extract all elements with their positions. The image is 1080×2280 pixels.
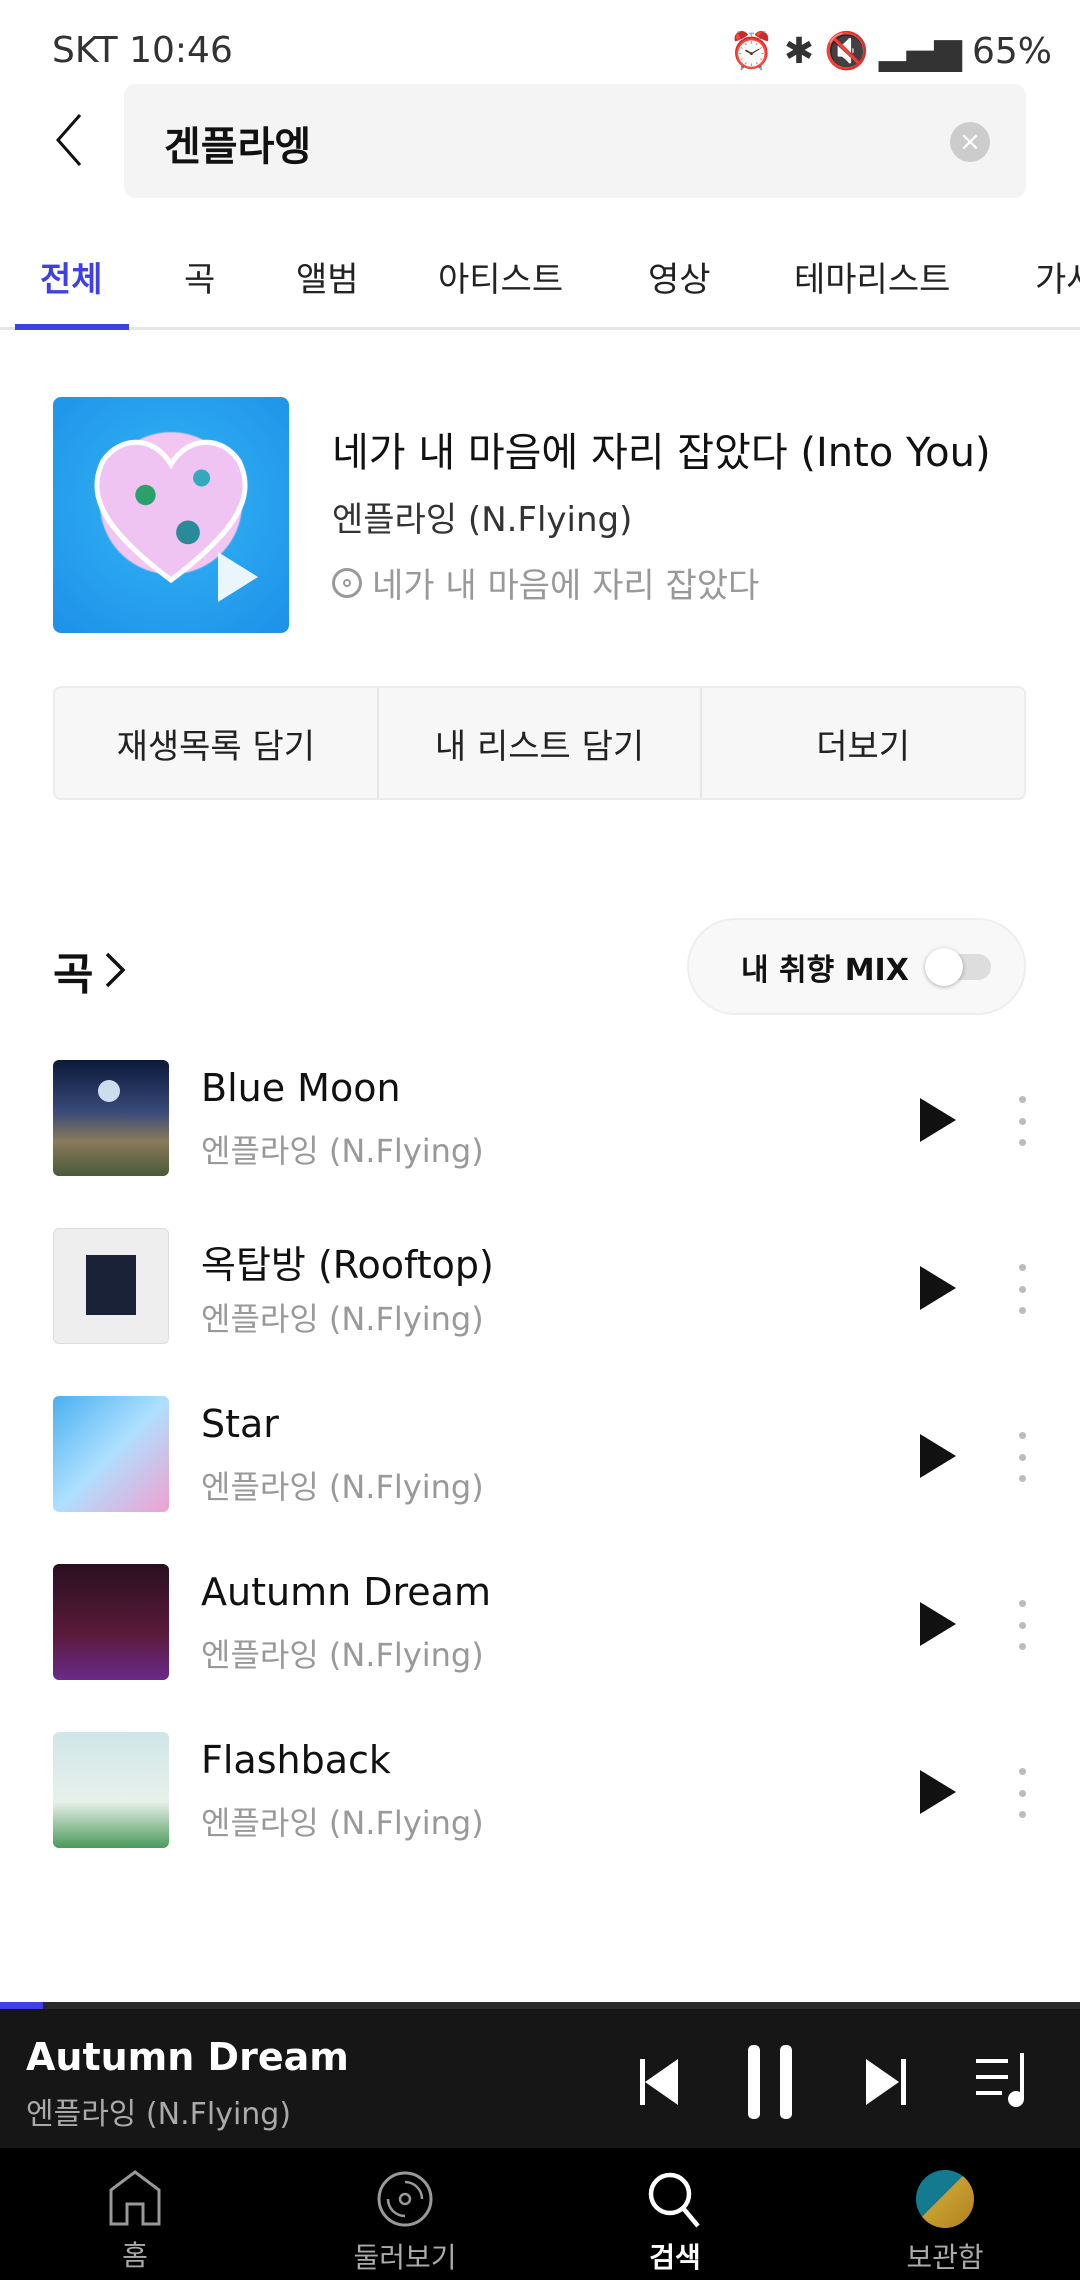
- now-playing-artist: 엔플라잉 (N.Flying): [26, 2097, 292, 2132]
- play-icon[interactable]: [920, 1770, 956, 1814]
- song-row[interactable]: Star 엔플라잉 (N.Flying): [0, 1396, 1080, 1526]
- tab-songs[interactable]: 곡: [184, 252, 215, 301]
- tab-all[interactable]: 전체: [40, 252, 103, 301]
- bottom-navigation: 홈 둘러보기 검색 보관함: [0, 2148, 1080, 2280]
- tab-bar: 전체 곡 앨범 아티스트 영상 테마리스트 가사: [0, 240, 1080, 330]
- next-track-icon[interactable]: [866, 2059, 906, 2105]
- playlist-icon[interactable]: [976, 2053, 1028, 2109]
- mini-player[interactable]: Autumn Dream 엔플라잉 (N.Flying): [0, 2009, 1080, 2148]
- play-overlay-icon[interactable]: [213, 547, 263, 607]
- songs-section-header[interactable]: 곡: [53, 938, 127, 1002]
- more-options-icon[interactable]: [1016, 1600, 1028, 1650]
- tab-lyrics[interactable]: 가사: [1035, 252, 1080, 301]
- tab-artists[interactable]: 아티스트: [438, 252, 563, 301]
- add-to-playlist-button[interactable]: 재생목록 담기: [55, 688, 379, 798]
- chevron-right-icon: [106, 952, 126, 988]
- back-icon[interactable]: [50, 110, 90, 170]
- home-icon: [109, 2170, 161, 2226]
- play-icon[interactable]: [920, 1098, 956, 1142]
- more-options-icon[interactable]: [1016, 1096, 1028, 1146]
- profile-avatar: [916, 2170, 974, 2228]
- pause-icon[interactable]: [746, 2045, 794, 2119]
- search-icon: [648, 2172, 700, 2228]
- nav-label: 보관함: [906, 2241, 984, 2274]
- nav-home[interactable]: 홈: [0, 2148, 270, 2280]
- mute-icon: 🔇: [824, 31, 869, 72]
- clock: 10:46: [129, 30, 233, 71]
- playback-progress-bar[interactable]: [0, 2002, 1080, 2009]
- mix-label: 내 취향 MIX: [741, 952, 909, 988]
- section-title: 곡: [53, 949, 94, 1000]
- song-thumbnail: [53, 1228, 169, 1344]
- album-disc-icon: [332, 567, 362, 598]
- battery-level: 65%: [971, 30, 1052, 72]
- top-result-title[interactable]: 네가 내 마음에 자리 잡았다 (Into You): [332, 420, 991, 478]
- status-bar: SKT 10:46 ⏰ ✱ 🔇 ▂▄▆ 65%: [0, 0, 1080, 80]
- now-playing-title: Autumn Dream: [26, 2035, 349, 2079]
- song-title: Flashback: [201, 1738, 391, 1782]
- carrier: SKT: [52, 30, 118, 71]
- play-icon[interactable]: [920, 1602, 956, 1646]
- song-thumbnail: [53, 1564, 169, 1680]
- top-result-album-art[interactable]: [53, 397, 289, 633]
- disc-icon: [377, 2171, 433, 2227]
- song-title: Star: [201, 1402, 279, 1446]
- song-title: Autumn Dream: [201, 1570, 491, 1614]
- nav-label: 둘러보기: [353, 2241, 457, 2274]
- song-artist: 엔플라잉 (N.Flying): [201, 1636, 484, 1674]
- song-artist: 엔플라잉 (N.Flying): [201, 1804, 484, 1842]
- song-artist: 엔플라잉 (N.Flying): [201, 1132, 484, 1170]
- toggle-switch[interactable]: [924, 947, 991, 986]
- my-taste-mix-toggle[interactable]: 내 취향 MIX: [687, 918, 1026, 1015]
- tab-themes[interactable]: 테마리스트: [794, 252, 950, 301]
- nav-label: 검색: [649, 2241, 701, 2274]
- nav-browse[interactable]: 둘러보기: [270, 2148, 540, 2280]
- song-title: Blue Moon: [201, 1066, 401, 1110]
- more-options-icon[interactable]: [1016, 1264, 1028, 1314]
- song-row[interactable]: Blue Moon 엔플라잉 (N.Flying): [0, 1060, 1080, 1190]
- tab-albums[interactable]: 앨범: [296, 252, 359, 301]
- song-row[interactable]: Flashback 엔플라잉 (N.Flying): [0, 1732, 1080, 1862]
- clear-icon[interactable]: ×: [950, 122, 990, 162]
- nav-search[interactable]: 검색: [540, 2148, 810, 2280]
- song-thumbnail: [53, 1060, 169, 1176]
- song-row[interactable]: Autumn Dream 엔플라잉 (N.Flying): [0, 1564, 1080, 1694]
- song-thumbnail: [53, 1732, 169, 1848]
- action-buttons: 재생목록 담기 내 리스트 담기 더보기: [53, 686, 1026, 800]
- more-options-icon[interactable]: [1016, 1432, 1028, 1482]
- song-title: 옥탑방 (Rooftop): [201, 1243, 494, 1287]
- search-query: 겐플라엥: [164, 124, 312, 170]
- add-to-my-list-button[interactable]: 내 리스트 담기: [379, 688, 703, 798]
- bluetooth-icon: ✱: [783, 30, 815, 72]
- play-icon[interactable]: [920, 1266, 956, 1310]
- play-icon[interactable]: [920, 1434, 956, 1478]
- song-artist: 엔플라잉 (N.Flying): [201, 1300, 484, 1338]
- top-result-artist[interactable]: 엔플라잉 (N.Flying): [332, 492, 632, 541]
- alarm-icon: ⏰: [729, 31, 774, 72]
- tab-videos[interactable]: 영상: [648, 252, 711, 301]
- signal-icon: ▂▄▆: [878, 30, 962, 72]
- search-input[interactable]: 겐플라엥 ×: [124, 84, 1026, 198]
- song-thumbnail: [53, 1396, 169, 1512]
- nav-label: 홈: [122, 2239, 148, 2272]
- top-result-album: 네가 내 마음에 자리 잡았다: [372, 566, 760, 606]
- active-tab-indicator: [15, 324, 129, 330]
- previous-track-icon[interactable]: [640, 2059, 680, 2105]
- progress-fill: [0, 2002, 44, 2009]
- nav-library[interactable]: 보관함: [810, 2148, 1080, 2280]
- more-options-icon[interactable]: [1016, 1768, 1028, 1818]
- song-row[interactable]: 옥탑방 (Rooftop) 엔플라잉 (N.Flying): [0, 1228, 1080, 1358]
- more-button[interactable]: 더보기: [702, 688, 1024, 798]
- song-artist: 엔플라잉 (N.Flying): [201, 1468, 484, 1506]
